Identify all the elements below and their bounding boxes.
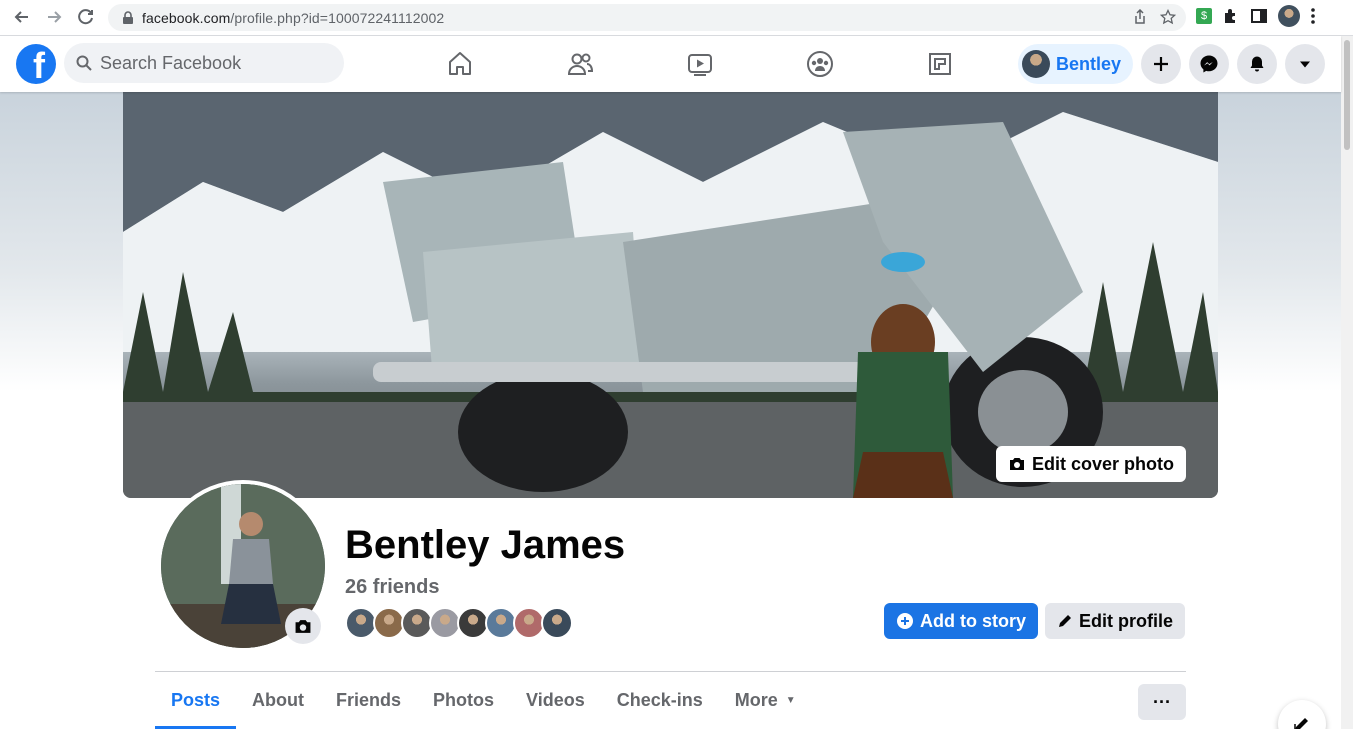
- update-profile-picture-button[interactable]: [285, 608, 321, 644]
- reload-icon[interactable]: [74, 5, 98, 29]
- browser-menu-icon[interactable]: [1310, 7, 1316, 25]
- new-message-button[interactable]: [1278, 700, 1326, 729]
- extension-dollar-icon[interactable]: $: [1196, 8, 1212, 24]
- cover-photo[interactable]: Edit cover photo: [123, 92, 1218, 498]
- camera-icon: [295, 619, 311, 633]
- tab-label: About: [252, 690, 305, 710]
- home-icon: [449, 52, 471, 75]
- nav-home[interactable]: [400, 36, 520, 92]
- tab-photos[interactable]: Photos: [417, 672, 510, 729]
- browser-profile-avatar[interactable]: [1278, 5, 1300, 27]
- profile-chip[interactable]: Bentley: [1017, 44, 1133, 84]
- profile-tabs: Posts About Friends Photos Videos Check-…: [155, 672, 812, 729]
- bell-icon: [1250, 56, 1264, 72]
- messenger-icon: [1200, 55, 1218, 73]
- cover-image: [123, 92, 1218, 498]
- plus-icon: [1154, 57, 1168, 71]
- back-icon[interactable]: [10, 5, 34, 29]
- side-panel-icon[interactable]: [1250, 7, 1268, 25]
- scrollbar[interactable]: [1341, 36, 1353, 729]
- tab-friends[interactable]: Friends: [320, 672, 417, 729]
- camera-icon: [1009, 458, 1024, 470]
- main-nav: [400, 36, 1000, 92]
- caret-down-icon: ▼: [785, 695, 796, 706]
- tab-posts[interactable]: Posts: [155, 672, 237, 729]
- more-options-button[interactable]: ···: [1138, 684, 1186, 720]
- gaming-icon: [929, 53, 951, 75]
- watch-icon: [688, 54, 712, 76]
- tab-label: Friends: [336, 690, 402, 710]
- share-icon[interactable]: [1132, 9, 1148, 25]
- friend-avatars: [345, 607, 573, 639]
- tab-check-ins[interactable]: Check-ins: [601, 672, 719, 729]
- tab-about[interactable]: About: [236, 672, 320, 729]
- url-text: facebook.com/profile.php?id=100072241112…: [142, 9, 445, 26]
- friend-avatar[interactable]: [541, 607, 573, 639]
- extensions-puzzle-icon[interactable]: [1222, 7, 1240, 25]
- browser-toolbar: facebook.com/profile.php?id=100072241112…: [0, 0, 1353, 36]
- caret-down-icon: [1300, 61, 1310, 68]
- tab-label: Check-ins: [616, 690, 703, 710]
- account-menu-button[interactable]: [1285, 44, 1325, 84]
- facebook-logo[interactable]: f: [16, 44, 56, 84]
- compose-icon: [1294, 718, 1308, 729]
- scrollbar-thumb[interactable]: [1344, 40, 1350, 150]
- tab-label: Photos: [433, 690, 495, 710]
- search-input[interactable]: [100, 52, 330, 74]
- edit-cover-photo-button[interactable]: Edit cover photo: [995, 446, 1186, 482]
- ellipsis-icon: ···: [1153, 691, 1171, 712]
- edit-profile-button[interactable]: Edit profile: [1045, 603, 1185, 639]
- profile-name: Bentley James: [345, 523, 626, 567]
- friends-icon: [567, 53, 594, 75]
- plus-circle-icon: [897, 613, 913, 629]
- add-to-story-button[interactable]: Add to story: [884, 603, 1038, 639]
- address-bar[interactable]: facebook.com/profile.php?id=100072241112…: [108, 4, 1186, 31]
- profile-chip-name: Bentley: [1055, 53, 1121, 74]
- avatar: [1021, 50, 1050, 78]
- nav-groups[interactable]: [760, 36, 880, 92]
- tab-label: Posts: [171, 690, 221, 710]
- tab-videos[interactable]: Videos: [510, 672, 601, 729]
- search-box[interactable]: [64, 43, 344, 83]
- nav-gaming[interactable]: [880, 36, 1000, 92]
- edit-profile-label: Edit profile: [1079, 610, 1173, 631]
- pencil-icon: [1059, 615, 1071, 627]
- edit-cover-label: Edit cover photo: [1031, 453, 1174, 474]
- facebook-header: f Bentley: [0, 36, 1341, 92]
- notifications-button[interactable]: [1237, 44, 1277, 84]
- forward-icon[interactable]: [42, 5, 66, 29]
- tab-label: More: [734, 690, 778, 710]
- tab-more[interactable]: More ▼: [719, 672, 812, 729]
- nav-watch[interactable]: [640, 36, 760, 92]
- search-icon: [76, 55, 92, 71]
- add-to-story-label: Add to story: [920, 610, 1026, 631]
- create-button[interactable]: [1141, 44, 1181, 84]
- bookmark-star-icon[interactable]: [1160, 9, 1176, 25]
- messenger-button[interactable]: [1189, 44, 1229, 84]
- lock-icon: [123, 10, 133, 24]
- tab-label: Videos: [526, 690, 585, 710]
- friend-count[interactable]: 26 friends: [345, 576, 439, 599]
- groups-icon: [807, 51, 833, 77]
- nav-friends[interactable]: [520, 36, 640, 92]
